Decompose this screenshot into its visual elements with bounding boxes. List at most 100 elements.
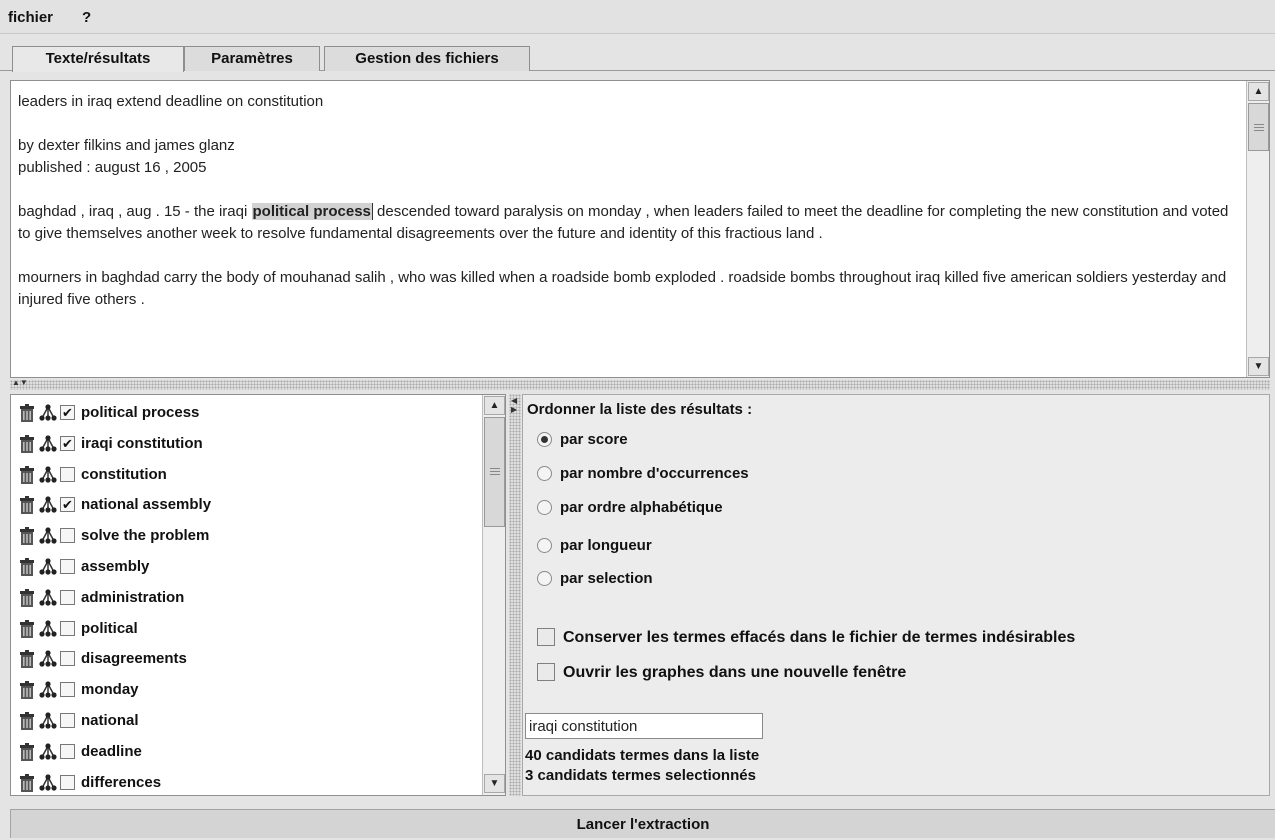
tree-graph-icon[interactable] — [38, 557, 58, 577]
splitter-arrows-icon[interactable]: ▲▼ — [12, 378, 28, 387]
scroll-thumb[interactable] — [1248, 103, 1269, 151]
tree-graph-icon[interactable] — [38, 619, 58, 639]
tree-graph-icon[interactable] — [38, 588, 58, 608]
term-checkbox[interactable] — [60, 589, 75, 605]
term-list-scrollbar[interactable]: ▲ ▼ — [482, 395, 505, 795]
checkbox-label: Ouvrir les graphes dans une nouvelle fen… — [563, 664, 907, 681]
horizontal-splitter[interactable]: ▲▼ — [10, 378, 1270, 390]
term-label: assembly — [81, 558, 150, 575]
term-checkbox[interactable] — [60, 713, 75, 728]
term-checkbox[interactable] — [60, 559, 75, 574]
menu-help[interactable]: ? — [82, 9, 91, 26]
scroll-down-icon[interactable]: ▼ — [1248, 357, 1269, 376]
term-checkbox[interactable] — [60, 682, 75, 698]
term-checkbox[interactable] — [60, 466, 75, 482]
radio-icon[interactable] — [537, 538, 552, 553]
sort-title: Ordonner la liste des résultats : — [527, 401, 753, 418]
menu-bar: fichier ? — [0, 0, 1275, 34]
trash-icon[interactable] — [17, 742, 37, 762]
document-published: published : august 16 , 2005 — [18, 159, 207, 176]
trash-icon[interactable] — [17, 434, 37, 454]
scroll-down-icon[interactable]: ▼ — [484, 774, 505, 793]
term-label: deadline — [81, 742, 142, 760]
trash-icon[interactable] — [17, 526, 37, 546]
document-text-area[interactable]: leaders in iraq extend deadline on const… — [10, 80, 1270, 378]
trash-icon[interactable] — [17, 649, 37, 669]
radio-icon[interactable] — [537, 571, 552, 586]
tree-graph-icon[interactable] — [38, 434, 58, 454]
radio-label: par ordre alphabétique — [560, 499, 723, 516]
tree-graph-icon[interactable] — [38, 403, 58, 423]
term-row[interactable]: solve the problem — [15, 520, 483, 550]
term-checkbox[interactable]: ✔ — [60, 405, 75, 420]
term-row[interactable]: ✔ iraqi constitution — [15, 428, 483, 458]
term-row[interactable]: political — [15, 613, 483, 643]
trash-icon[interactable] — [17, 403, 37, 423]
checkbox-icon[interactable] — [537, 663, 555, 681]
term-row[interactable]: ✔ national assembly — [15, 489, 483, 519]
scroll-thumb[interactable] — [484, 417, 505, 527]
term-label: disagreements — [81, 650, 187, 668]
term-checkbox[interactable]: ✔ — [60, 497, 75, 513]
splitter-arrows-icon[interactable]: ◀ ▶ — [511, 396, 517, 414]
document-paragraph-2: mourners in baghdad carry the body of mo… — [18, 269, 1227, 308]
menu-fichier[interactable]: fichier — [8, 9, 53, 26]
scroll-up-icon[interactable]: ▲ — [1248, 82, 1269, 101]
term-checkbox[interactable]: ✔ — [60, 435, 75, 451]
trash-icon[interactable] — [17, 495, 37, 515]
trash-icon[interactable] — [17, 711, 37, 731]
options-panel: Ordonner la liste des résultats : par sc… — [522, 394, 1270, 796]
trash-icon[interactable] — [17, 557, 37, 577]
tree-graph-icon[interactable] — [38, 649, 58, 669]
launch-extraction-button[interactable]: Lancer l'extraction — [10, 809, 1275, 838]
highlighted-term: political process — [251, 203, 373, 220]
trash-icon[interactable] — [17, 773, 37, 793]
trash-icon[interactable] — [17, 588, 37, 608]
term-row[interactable]: deadline — [15, 736, 483, 766]
scroll-up-icon[interactable]: ▲ — [484, 396, 505, 415]
tab-parametres[interactable]: Paramètres — [184, 46, 320, 71]
term-search-input[interactable] — [525, 713, 763, 739]
tab-texte-resultats[interactable]: Texte/résultats — [12, 46, 184, 72]
tree-graph-icon[interactable] — [38, 526, 58, 546]
term-row[interactable]: administration — [15, 582, 483, 612]
tree-graph-icon[interactable] — [38, 680, 58, 700]
term-checkbox[interactable] — [60, 651, 75, 667]
tree-graph-icon[interactable] — [38, 773, 58, 793]
term-checkbox[interactable] — [60, 743, 75, 759]
trash-icon[interactable] — [17, 619, 37, 639]
term-row[interactable]: ✔ political process — [15, 397, 483, 427]
radio-label: par score — [560, 431, 628, 448]
tab-gestion-fichiers[interactable]: Gestion des fichiers — [324, 46, 530, 71]
term-label: political — [81, 619, 138, 637]
document-content: leaders in iraq extend deadline on const… — [18, 91, 1240, 333]
term-label: national — [81, 712, 139, 729]
document-scrollbar[interactable]: ▲ ▼ — [1246, 81, 1269, 377]
vertical-splitter[interactable]: ◀ ▶ — [509, 394, 521, 796]
term-list: ✔ political process ✔ iraqi constitution con… — [10, 394, 506, 796]
trash-icon[interactable] — [17, 680, 37, 700]
tree-graph-icon[interactable] — [38, 495, 58, 515]
term-row[interactable]: assembly — [15, 551, 483, 581]
term-checkbox[interactable] — [60, 528, 75, 544]
tree-graph-icon[interactable] — [38, 711, 58, 731]
radio-icon[interactable] — [537, 500, 552, 515]
radio-label: par selection — [560, 570, 653, 587]
term-row[interactable]: disagreements — [15, 643, 483, 673]
term-row[interactable]: differences — [15, 767, 483, 795]
term-row[interactable]: constitution — [15, 459, 483, 489]
checkbox-icon[interactable] — [537, 628, 555, 646]
term-checkbox[interactable] — [60, 774, 75, 790]
trash-icon[interactable] — [17, 465, 37, 485]
term-checkbox[interactable] — [60, 620, 75, 636]
term-row[interactable]: monday — [15, 674, 483, 704]
tree-graph-icon[interactable] — [38, 742, 58, 762]
radio-label: par longueur — [560, 537, 652, 554]
term-label: solve the problem — [81, 527, 210, 545]
radio-icon[interactable] — [537, 466, 552, 481]
tree-graph-icon[interactable] — [38, 465, 58, 485]
selected-count: 3 candidats termes selectionnés — [525, 767, 756, 784]
radio-selected-icon[interactable] — [537, 432, 552, 447]
term-row[interactable]: national — [15, 705, 483, 735]
term-label: constitution — [81, 465, 167, 483]
